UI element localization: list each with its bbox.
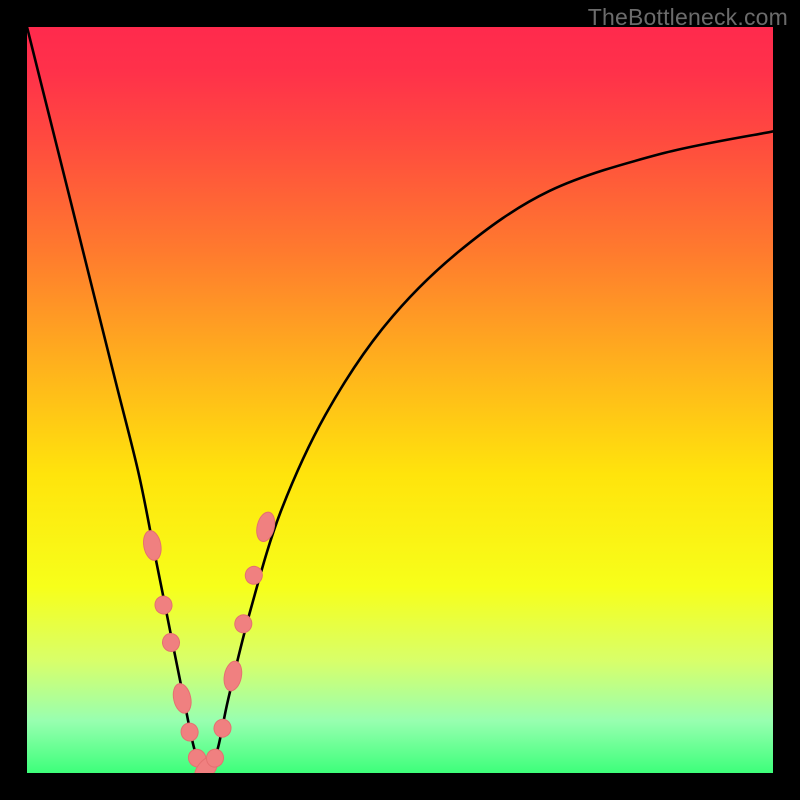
bottleneck-curve bbox=[27, 27, 773, 773]
highlight-blob bbox=[153, 595, 173, 616]
chart-frame: TheBottleneck.com bbox=[0, 0, 800, 800]
highlight-blob bbox=[179, 721, 200, 743]
highlight-blob bbox=[212, 718, 232, 739]
highlight-blobs bbox=[141, 510, 277, 773]
highlight-blob bbox=[222, 660, 245, 693]
highlight-blob bbox=[233, 613, 253, 634]
highlight-blob bbox=[141, 529, 163, 562]
highlight-blob bbox=[161, 632, 181, 653]
highlight-blob bbox=[254, 510, 278, 543]
curve-path bbox=[27, 27, 773, 773]
curve-layer bbox=[27, 27, 773, 773]
plot-area bbox=[27, 27, 773, 773]
highlight-blob bbox=[171, 682, 194, 715]
